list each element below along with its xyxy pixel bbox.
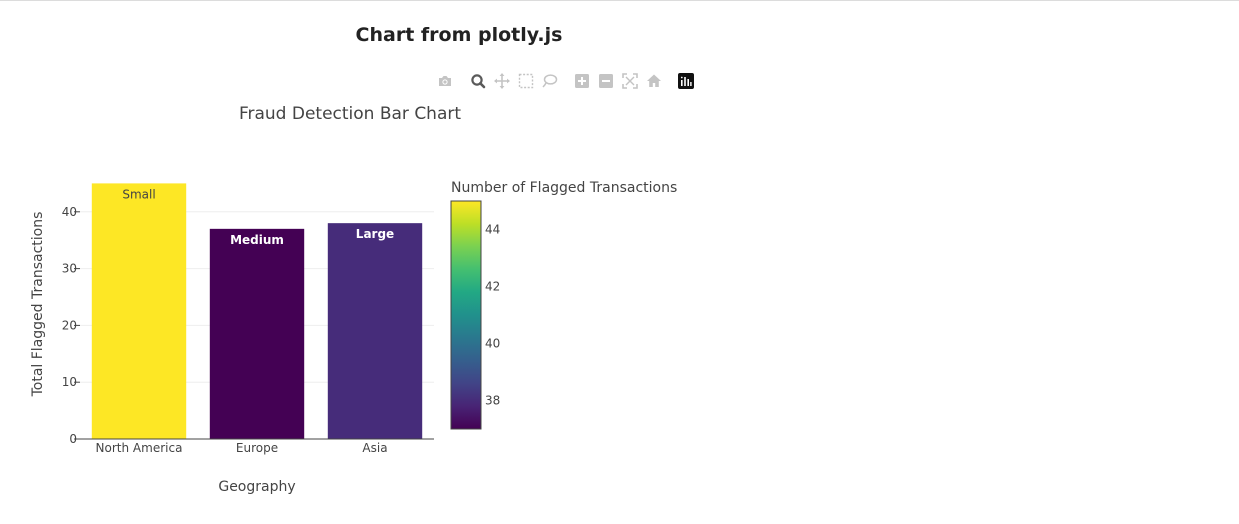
x-axis-title: Geography [218, 479, 295, 495]
x-tick-label: North America [96, 441, 183, 455]
colorbar-gradient [450, 200, 482, 430]
chart-svg: Small Medium Large 0 10 20 30 40 North America E… [30, 104, 677, 495]
colorbar-tick-label: 42 [485, 280, 500, 294]
bar[interactable] [209, 228, 305, 439]
bar-text-label: Large [356, 227, 394, 241]
y-tick-label: 20 [62, 318, 77, 332]
colorbar-tick-label: 38 [485, 394, 500, 408]
bar-text-label: Medium [230, 233, 284, 247]
colorbar-tick-label: 40 [485, 337, 500, 351]
chart-title: Fraud Detection Bar Chart [239, 104, 461, 124]
y-tick-label: 30 [62, 262, 77, 276]
bar-text-label: Small [122, 187, 155, 201]
x-tick-label: Europe [236, 441, 278, 455]
colorbar-tick-label: 44 [485, 223, 500, 237]
colorbar: Number of Flagged Transactions 38 40 42 44 [450, 180, 677, 430]
y-tick-label: 0 [69, 432, 77, 446]
bar[interactable] [327, 223, 423, 439]
y-tick-label: 10 [62, 375, 77, 389]
bars [91, 183, 423, 439]
y-tick-label: 40 [62, 205, 77, 219]
bar[interactable] [91, 183, 187, 439]
y-axis-title: Total Flagged Transactions [30, 212, 46, 398]
x-tick-label: Asia [362, 441, 387, 455]
colorbar-title: Number of Flagged Transactions [451, 180, 677, 196]
